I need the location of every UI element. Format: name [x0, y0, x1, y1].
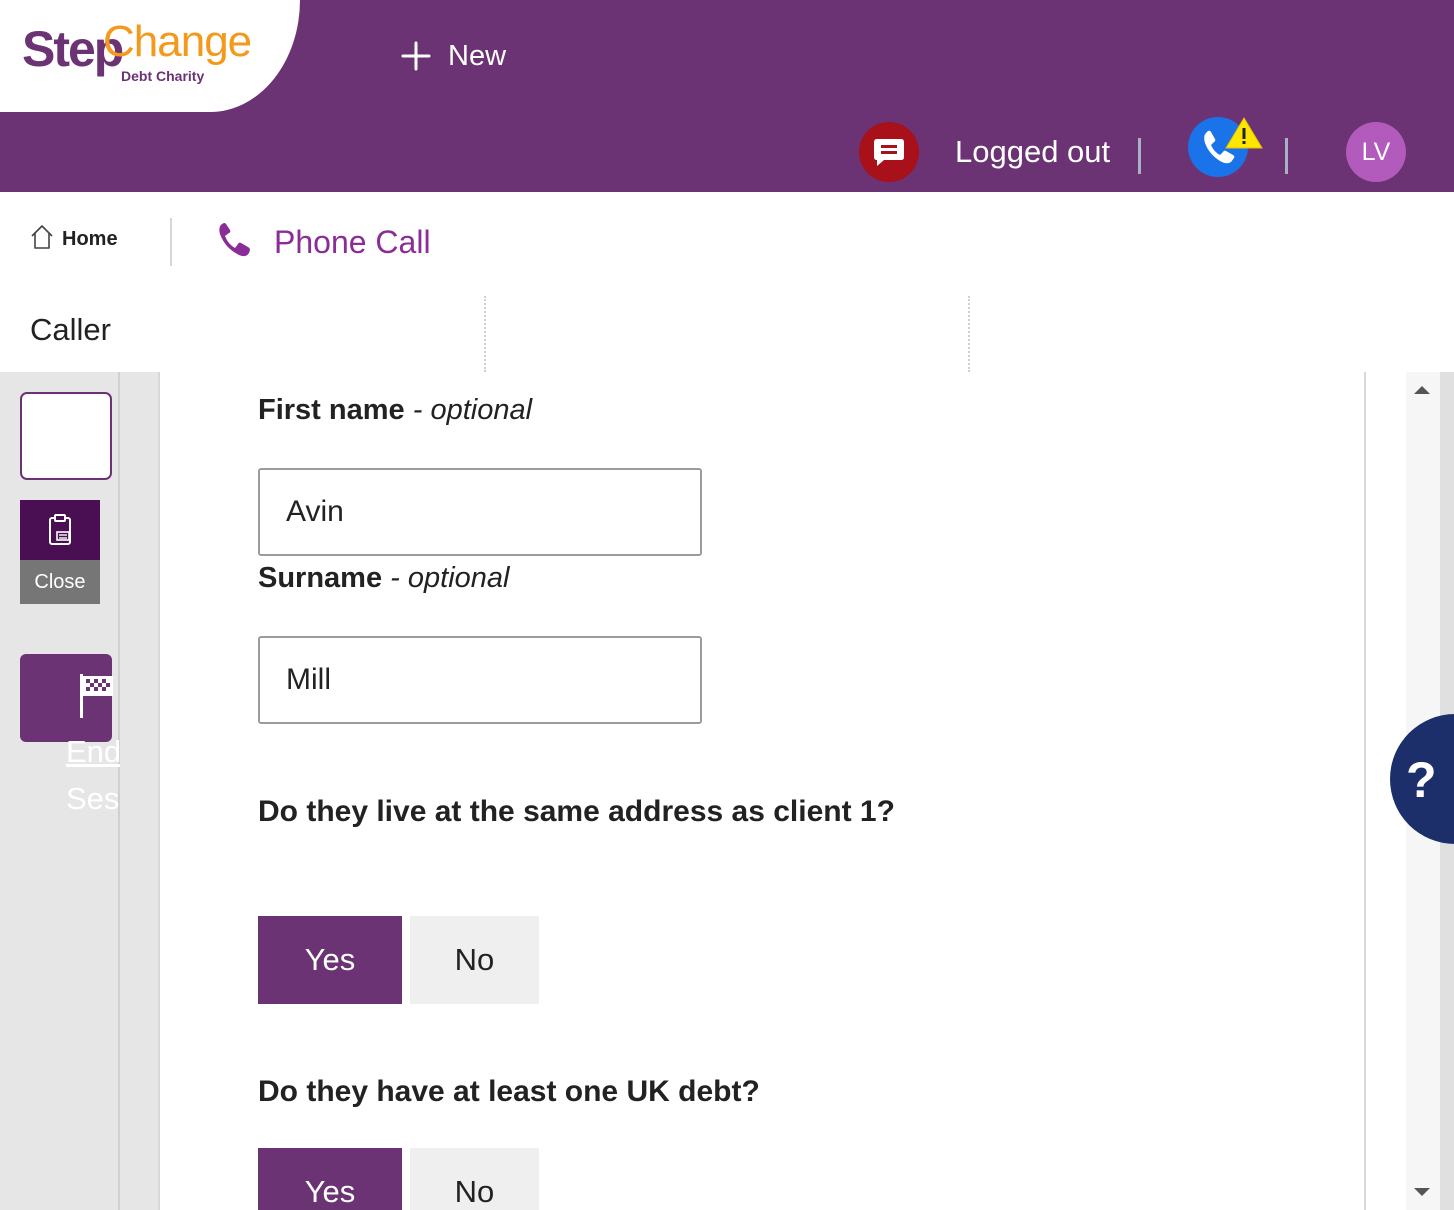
close-label: Close	[20, 560, 100, 604]
column-divider	[968, 296, 970, 372]
first-name-label: First name - optional	[258, 394, 533, 426]
checkered-flag-icon	[80, 674, 116, 723]
left-rail: Close End Session	[0, 372, 120, 1210]
tab-phone-call[interactable]: Phone Call	[216, 222, 431, 263]
phone-call-label: Phone Call	[274, 224, 431, 260]
same-address-question: Do they live at the same address as clie…	[258, 795, 895, 828]
logo-change-text: Change	[103, 17, 252, 66]
breadcrumb-home[interactable]: Home	[30, 224, 118, 255]
header-divider	[1285, 138, 1288, 174]
same-address-no-button[interactable]: No	[410, 916, 539, 1004]
header-divider	[1138, 138, 1141, 174]
plus-icon	[400, 40, 432, 72]
uk-debt-question: Do they have at least one UK debt?	[258, 1075, 760, 1108]
content-right-border	[1364, 372, 1366, 1210]
scroll-down-arrow-icon[interactable]	[1414, 1188, 1430, 1196]
scroll-up-arrow-icon[interactable]	[1414, 386, 1430, 394]
chat-icon[interactable]	[859, 122, 919, 182]
close-button[interactable]: Close	[20, 500, 100, 604]
new-label: New	[448, 39, 507, 72]
rail-empty-card[interactable]	[20, 392, 112, 480]
column-divider	[484, 296, 486, 372]
rail-gutter	[120, 372, 160, 1210]
uk-debt-yes-button[interactable]: Yes	[258, 1148, 402, 1210]
surname-input[interactable]	[258, 636, 702, 724]
phone-warning-icon[interactable]	[1186, 116, 1263, 177]
section-title: Caller	[30, 312, 111, 347]
phone-icon	[216, 222, 250, 263]
end-session-label: End Session	[66, 734, 120, 816]
home-label: Home	[62, 228, 118, 250]
breadcrumb-divider	[170, 218, 172, 266]
same-address-yes-button[interactable]: Yes	[258, 916, 402, 1004]
uk-debt-no-button[interactable]: No	[410, 1148, 539, 1210]
surname-label: Surname - optional	[258, 562, 510, 594]
top-bar: Step Change Debt Charity New Logged out …	[0, 0, 1454, 192]
new-button[interactable]: New	[400, 34, 506, 78]
session-status-text: Logged out	[955, 134, 1111, 169]
logo-subtitle: Debt Charity	[121, 68, 205, 84]
clipboard-icon	[20, 500, 100, 560]
first-name-input[interactable]	[258, 468, 702, 556]
user-avatar[interactable]: LV	[1346, 122, 1406, 182]
caller-section-header: Caller	[0, 296, 1454, 372]
logo[interactable]: Step Change Debt Charity	[0, 0, 300, 112]
question-icon: ?	[1406, 752, 1437, 808]
home-icon	[30, 224, 54, 255]
